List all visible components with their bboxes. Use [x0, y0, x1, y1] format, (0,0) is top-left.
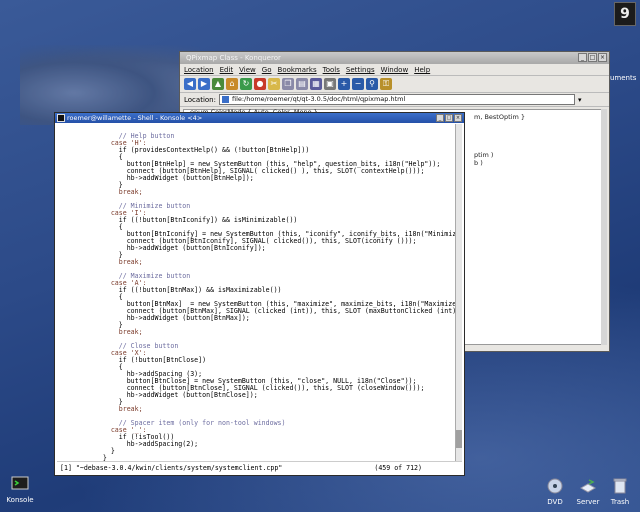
terminal-line: if (!button[BtnClose]) [87, 356, 207, 364]
find-icon[interactable]: ⚲ [366, 78, 378, 90]
dvd-disc-icon [547, 478, 563, 494]
konqueror-titlebar[interactable]: QPixmap Class - Konqueror _ □ × [180, 52, 609, 64]
trash-icon-label: Trash [610, 498, 630, 506]
view-icon[interactable]: ▣ [324, 78, 336, 90]
terminal-line: if ((!button[BtnMax]) && isMaximizable()… [87, 286, 282, 294]
up-icon[interactable]: ▲ [212, 78, 224, 90]
zoom-in-icon[interactable]: + [338, 78, 350, 90]
terminal-line: hb->addWidget (button[BtnIconify]); [87, 244, 266, 252]
location-label: Location: [184, 95, 216, 104]
location-dropdown-icon[interactable]: ▾ [578, 96, 582, 104]
status-position: (459 of 712) [374, 464, 422, 472]
close-icon[interactable]: × [598, 53, 607, 62]
terminal-line: hb->addWidget (button[BtnMax]); [87, 314, 250, 322]
forward-icon[interactable]: ▶ [198, 78, 210, 90]
location-bar: Location: file:/home/roemer/qt/qt-3.0.5/… [180, 93, 609, 107]
terminal-line: hb->addSpacing(2); [87, 440, 199, 448]
konsole-app-icon[interactable] [57, 114, 65, 122]
terminal-output[interactable]: // Help button case 'H': if (providesCon… [57, 124, 455, 463]
terminal-icon [11, 476, 29, 490]
server-desktop-icon[interactable]: Server [572, 478, 604, 506]
zoom-out-icon[interactable]: − [352, 78, 364, 90]
konsole-desktop-icon[interactable]: Konsole [4, 476, 36, 504]
konsole-window[interactable]: roemer@willamette - Shell - Konsole <4> … [54, 112, 465, 476]
menu-settings[interactable]: Settings [346, 64, 375, 75]
server-icon-label: Server [576, 498, 600, 506]
home-icon[interactable]: ⌂ [226, 78, 238, 90]
terminal-line: break; [87, 188, 143, 196]
terminal-line: if (providesContextHelp() && (!button[Bt… [87, 146, 310, 154]
desktop-logo[interactable]: 9 [614, 2, 636, 26]
cut-icon[interactable]: ✂ [268, 78, 280, 90]
konqueror-menubar: Location Edit View Go Bookmarks Tools Se… [180, 64, 609, 76]
konqueror-title: QPixmap Class - Konqueror [186, 54, 281, 62]
trash-desktop-icon[interactable]: Trash [606, 478, 634, 506]
terminal-line: break; [87, 405, 143, 413]
dvd-desktop-icon[interactable]: DVD [542, 478, 568, 506]
scrollbar-thumb[interactable] [456, 430, 462, 448]
menu-go[interactable]: Go [262, 64, 272, 75]
menu-edit[interactable]: Edit [220, 64, 234, 75]
vim-status-line: [1] "~debase-3.0.4/kwin/clients/system/s… [57, 461, 462, 473]
konsole-icon-label: Konsole [6, 496, 34, 504]
back-icon[interactable]: ◀ [184, 78, 196, 90]
trash-icon [613, 478, 627, 494]
minimize-icon[interactable]: _ [578, 53, 587, 62]
menu-view[interactable]: View [239, 64, 256, 75]
content-line: m, BestOptim } [474, 113, 525, 121]
terminal-line: hb->addWidget (button[BtnClose]); [87, 391, 258, 399]
print-icon[interactable]: ▦ [310, 78, 322, 90]
konsole-title: roemer@willamette - Shell - Konsole <4> [67, 114, 203, 122]
security-lock-icon[interactable]: ⚿ [380, 78, 392, 90]
menu-bookmarks[interactable]: Bookmarks [278, 64, 317, 75]
terminal-line: if ((!button[BtnIconify]) && isMinimizab… [87, 216, 298, 224]
menu-tools[interactable]: Tools [323, 64, 340, 75]
menu-location[interactable]: Location [184, 64, 214, 75]
documents-icon-label[interactable]: uments [610, 74, 636, 82]
maximize-icon[interactable]: □ [588, 53, 597, 62]
konsole-titlebar[interactable]: roemer@willamette - Shell - Konsole <4> … [55, 113, 464, 123]
maximize-icon[interactable]: □ [445, 114, 453, 122]
paste-icon[interactable]: ▤ [296, 78, 308, 90]
minimize-icon[interactable]: _ [436, 114, 444, 122]
menu-help[interactable]: Help [414, 64, 430, 75]
terminal-line: hb->addWidget (button[BtnHelp]); [87, 174, 254, 182]
konqueror-toolbar: ◀ ▶ ▲ ⌂ ↻ ● ✂ ❐ ▤ ▦ ▣ + − ⚲ ⚿ [180, 76, 609, 93]
dvd-icon-label: DVD [547, 498, 563, 506]
menu-window[interactable]: Window [381, 64, 409, 75]
close-icon[interactable]: × [454, 114, 462, 122]
terminal-scrollbar[interactable] [455, 124, 462, 463]
copy-icon[interactable]: ❐ [282, 78, 294, 90]
location-input[interactable]: file:/home/roemer/qt/qt-3.0.5/doc/html/q… [218, 94, 575, 105]
server-icon [579, 479, 597, 493]
terminal-line: } [87, 447, 115, 455]
content-line: ptim ) [474, 151, 494, 159]
status-filename: [1] "~debase-3.0.4/kwin/clients/system/s… [60, 464, 283, 472]
konqueror-scrollbar[interactable] [601, 109, 607, 345]
reload-icon[interactable]: ↻ [240, 78, 252, 90]
stop-icon[interactable]: ● [254, 78, 266, 90]
terminal-line: break; [87, 328, 143, 336]
terminal-line: break; [87, 258, 143, 266]
content-line: b ) [474, 159, 483, 167]
